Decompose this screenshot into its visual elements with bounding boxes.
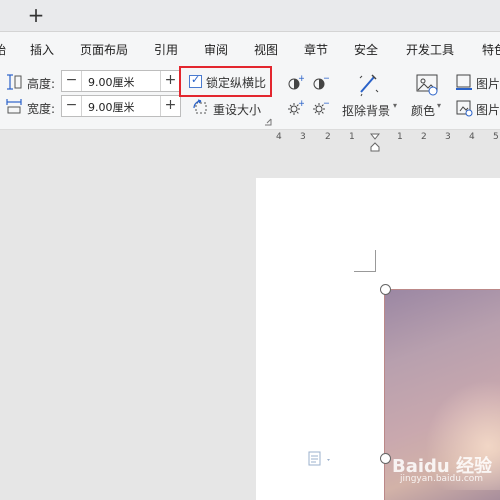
menu-item-special[interactable]: 特色 [482,41,500,58]
picture-effects-label[interactable]: 图片 [476,101,500,118]
remove-background-icon[interactable] [356,72,382,98]
resize-handle-top-left[interactable] [380,284,391,295]
checkmark-icon: ✓ [191,73,201,86]
height-stepper[interactable]: − 9.00厘米 + [61,70,181,92]
color-label[interactable]: 颜色 [411,102,435,119]
width-increase-button[interactable]: + [160,96,180,116]
width-icon [6,99,22,114]
height-label: 高度: [27,77,56,91]
resize-handle-middle-left[interactable] [380,453,391,464]
ruler-tick: 4 [469,132,475,142]
ruler-tick: 2 [421,132,427,142]
color-dropdown-icon[interactable]: ▾ [437,101,441,110]
svg-text:−: − [323,74,329,84]
watermark-url: jingyan.baidu.com [400,474,484,484]
layout-options-icon[interactable] [308,451,334,467]
width-label: 宽度: [27,102,56,116]
tab-bar: + [0,0,500,32]
color-icon[interactable] [414,72,440,98]
menu-item-partial[interactable]: 始 [0,41,6,58]
ruler-tick: 5 [493,132,499,142]
ruler-tick: 3 [300,132,306,142]
menu-item-review[interactable]: 审阅 [204,41,228,58]
picture-effects-icon[interactable] [455,99,473,117]
picture-border-icon[interactable] [455,73,473,91]
contrast-decrease-icon[interactable]: − [311,74,329,92]
height-decrease-button[interactable]: − [62,71,82,91]
margin-corner-mark [354,250,376,272]
width-input[interactable]: 9.00厘米 [88,99,135,115]
menu-item-developer[interactable]: 开发工具 [406,41,454,58]
svg-text:+: + [298,99,304,109]
width-decrease-button[interactable]: − [62,96,82,116]
new-tab-button[interactable]: + [26,2,46,28]
ruler-tick: 4 [276,132,282,142]
indent-marker-icon[interactable] [370,133,380,153]
ruler-tick: 1 [349,132,355,142]
menu-item-insert[interactable]: 插入 [30,41,54,58]
contrast-increase-icon[interactable]: + [286,74,304,92]
ruler-tick: 2 [325,132,331,142]
lock-ratio-label[interactable]: 锁定纵横比 [206,74,266,91]
reset-size-icon[interactable] [192,99,210,117]
height-input[interactable]: 9.00厘米 [88,74,135,90]
svg-text:−: − [323,99,329,109]
menu-item-page-layout[interactable]: 页面布局 [80,41,128,58]
menu-item-sections[interactable]: 章节 [304,41,328,58]
brightness-decrease-icon[interactable]: − [311,99,329,117]
height-increase-button[interactable]: + [160,71,180,91]
width-stepper[interactable]: − 9.00厘米 + [61,95,181,117]
lock-ratio-checkbox[interactable]: ✓ [189,73,202,88]
ruler-tick: 3 [445,132,451,142]
menu-item-security[interactable]: 安全 [354,41,378,58]
remove-background-dropdown-icon[interactable]: ▾ [393,101,397,110]
brightness-increase-icon[interactable]: + [286,99,304,117]
picture-border-label[interactable]: 图片 [476,75,500,92]
svg-text:+: + [298,74,304,84]
reset-size-label[interactable]: 重设大小 [213,101,261,118]
menu-item-view[interactable]: 视图 [254,41,278,58]
height-icon [7,74,22,90]
remove-background-label[interactable]: 抠除背景 [342,102,390,119]
menu-item-references[interactable]: 引用 [154,41,178,58]
menu-bar: 始 插入 页面布局 引用 审阅 视图 章节 安全 开发工具 特色 [0,32,500,66]
dialog-launcher-icon[interactable] [264,118,272,126]
ruler-tick: 1 [397,132,403,142]
